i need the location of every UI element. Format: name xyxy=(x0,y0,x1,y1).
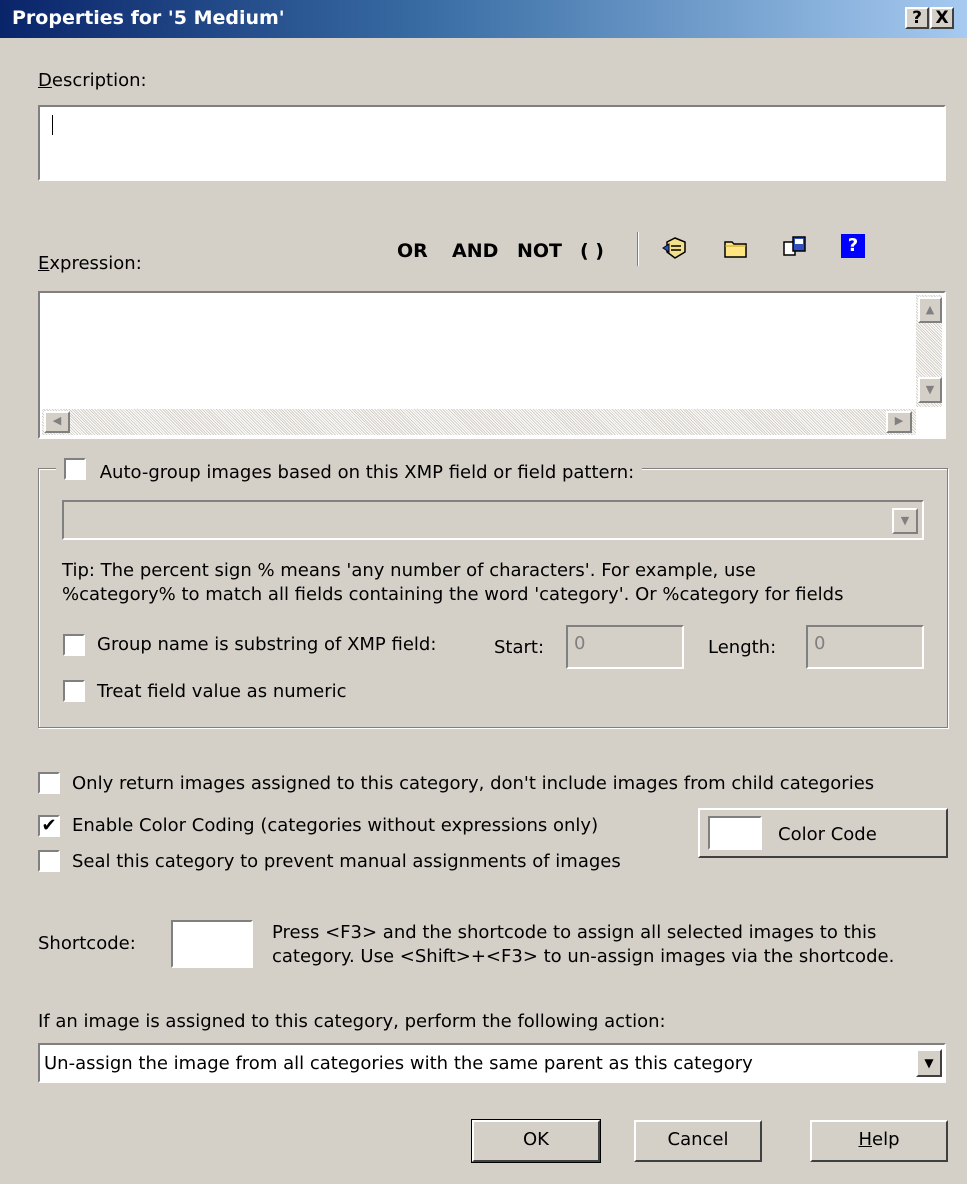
start-value: 0 xyxy=(574,633,586,654)
scroll-up-icon[interactable]: ▲ xyxy=(918,297,942,323)
help-button[interactable]: Help xyxy=(810,1120,948,1162)
numeric-checkbox[interactable] xyxy=(63,680,85,702)
expression-textarea[interactable]: ▲ ▼ ◀ ▶ xyxy=(38,291,946,439)
shortcode-help-1: Press <F3> and the shortcode to assign a… xyxy=(272,922,877,943)
color-code-button[interactable]: Color Code xyxy=(698,808,948,858)
color-coding-label: Enable Color Coding (categories without … xyxy=(72,815,599,836)
parentheses-operator-button[interactable]: ( ) xyxy=(580,240,604,262)
expression-label-rest: xpression: xyxy=(49,253,142,274)
not-operator-button[interactable]: NOT xyxy=(517,240,562,262)
expression-label: Expression: xyxy=(38,253,142,274)
xmp-field-combobox[interactable]: ▼ xyxy=(62,500,924,540)
shortcode-input[interactable] xyxy=(171,920,253,968)
and-operator-button[interactable]: AND xyxy=(452,240,498,262)
action-selected: Un-assign the image from all categories … xyxy=(44,1053,753,1074)
start-input[interactable]: 0 xyxy=(566,625,684,669)
scroll-down-icon[interactable]: ▼ xyxy=(918,377,942,403)
length-input[interactable]: 0 xyxy=(806,625,924,669)
scroll-right-icon[interactable]: ▶ xyxy=(886,411,912,433)
autogroup-checkbox-wrap xyxy=(64,456,86,480)
start-label: Start: xyxy=(494,637,545,658)
substring-checkbox[interactable] xyxy=(63,634,85,656)
autogroup-checkbox[interactable] xyxy=(64,458,86,480)
check-mark-icon: ✔ xyxy=(41,815,57,836)
description-label: Description: xyxy=(38,70,147,91)
length-label: Length: xyxy=(708,637,777,658)
seal-label: Seal this category to prevent manual ass… xyxy=(72,851,621,872)
toolbar-separator xyxy=(637,232,639,266)
chevron-down-icon[interactable]: ▼ xyxy=(892,508,918,534)
folder-icon[interactable] xyxy=(723,236,749,260)
length-value: 0 xyxy=(814,633,826,654)
cancel-button[interactable]: Cancel xyxy=(634,1120,762,1162)
color-swatch xyxy=(708,816,762,850)
only-return-label: Only return images assigned to this cate… xyxy=(72,773,875,794)
tip-line-1: Tip: The percent sign % means 'any numbe… xyxy=(62,560,756,581)
action-label: If an image is assigned to this category… xyxy=(38,1011,666,1032)
numeric-label: Treat field value as numeric xyxy=(97,681,347,702)
autogroup-label: Auto-group images based on this XMP fiel… xyxy=(99,462,635,483)
edit-expression-icon[interactable] xyxy=(662,236,688,260)
color-coding-checkbox[interactable]: ✔ xyxy=(38,815,60,837)
tip-line-2: %category% to match all fields containin… xyxy=(62,584,844,605)
properties-dialog: Properties for '5 Medium' ? X Descriptio… xyxy=(0,0,967,1184)
window-title: Properties for '5 Medium' xyxy=(12,7,285,29)
substring-label: Group name is substring of XMP field: xyxy=(97,634,437,655)
scroll-left-icon[interactable]: ◀ xyxy=(44,411,70,433)
action-select[interactable]: Un-assign the image from all categories … xyxy=(38,1043,946,1083)
title-bar[interactable]: Properties for '5 Medium' ? X xyxy=(0,0,967,38)
help-icon[interactable]: ? xyxy=(841,234,865,258)
or-operator-button[interactable]: OR xyxy=(397,240,428,262)
help-button-rest: elp xyxy=(872,1129,900,1150)
copy-icon[interactable] xyxy=(782,234,808,258)
autogroup-header: Auto-group images based on this XMP fiel… xyxy=(56,456,643,483)
close-title-button[interactable]: X xyxy=(930,7,954,29)
chevron-down-icon[interactable]: ▼ xyxy=(916,1049,942,1077)
only-return-checkbox[interactable] xyxy=(38,772,60,794)
text-caret xyxy=(52,115,53,135)
description-label-rest: escription: xyxy=(51,70,147,91)
shortcode-help-2: category. Use <Shift>+<F3> to un-assign … xyxy=(272,946,895,967)
seal-checkbox[interactable] xyxy=(38,850,60,872)
expression-hscroll-track[interactable] xyxy=(42,409,916,435)
ok-button[interactable]: OK xyxy=(471,1119,601,1163)
color-code-label: Color Code xyxy=(778,824,877,845)
help-title-button[interactable]: ? xyxy=(905,7,929,29)
shortcode-label: Shortcode: xyxy=(38,933,136,954)
description-input[interactable] xyxy=(38,105,946,181)
